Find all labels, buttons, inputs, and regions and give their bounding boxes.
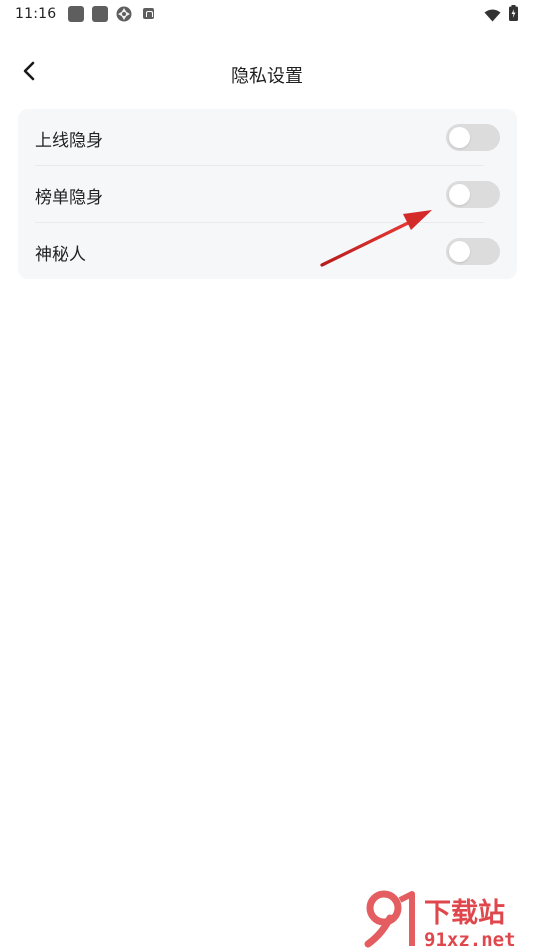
toggle-knob <box>449 127 470 148</box>
settings-row-label: 上线隐身 <box>35 131 103 151</box>
watermark-brand: 下载站 <box>424 898 505 929</box>
aperture-icon <box>116 6 132 22</box>
page-title: 隐私设置 <box>231 66 303 87</box>
notification-square-icon <box>68 6 84 22</box>
status-bar: 11:16 <box>0 0 534 28</box>
mystery-person-toggle[interactable] <box>446 238 500 265</box>
leaderboard-invisible-toggle[interactable] <box>446 181 500 208</box>
battery-icon <box>509 5 518 21</box>
settings-row-label: 榜单隐身 <box>35 188 103 208</box>
watermark-logo-icon: 下载站 91xz.net <box>364 890 516 950</box>
watermark-site: 91xz.net <box>424 929 516 950</box>
toggle-knob <box>449 241 470 262</box>
settings-row-online-invisible: 上线隐身 <box>18 109 517 166</box>
top-app-bar: 隐私设置 <box>0 50 534 96</box>
settings-row-leaderboard-invisible: 榜单隐身 <box>18 166 517 223</box>
settings-row-mystery-person: 神秘人 <box>18 223 517 280</box>
a-badge-icon <box>143 8 154 19</box>
online-invisible-toggle[interactable] <box>446 124 500 151</box>
wifi-icon <box>484 7 501 22</box>
status-time: 11:16 <box>15 6 57 22</box>
privacy-settings-card: 上线隐身 榜单隐身 神秘人 <box>18 109 517 279</box>
settings-row-label: 神秘人 <box>35 245 86 265</box>
notification-square-icon <box>92 6 108 22</box>
toggle-knob <box>449 184 470 205</box>
